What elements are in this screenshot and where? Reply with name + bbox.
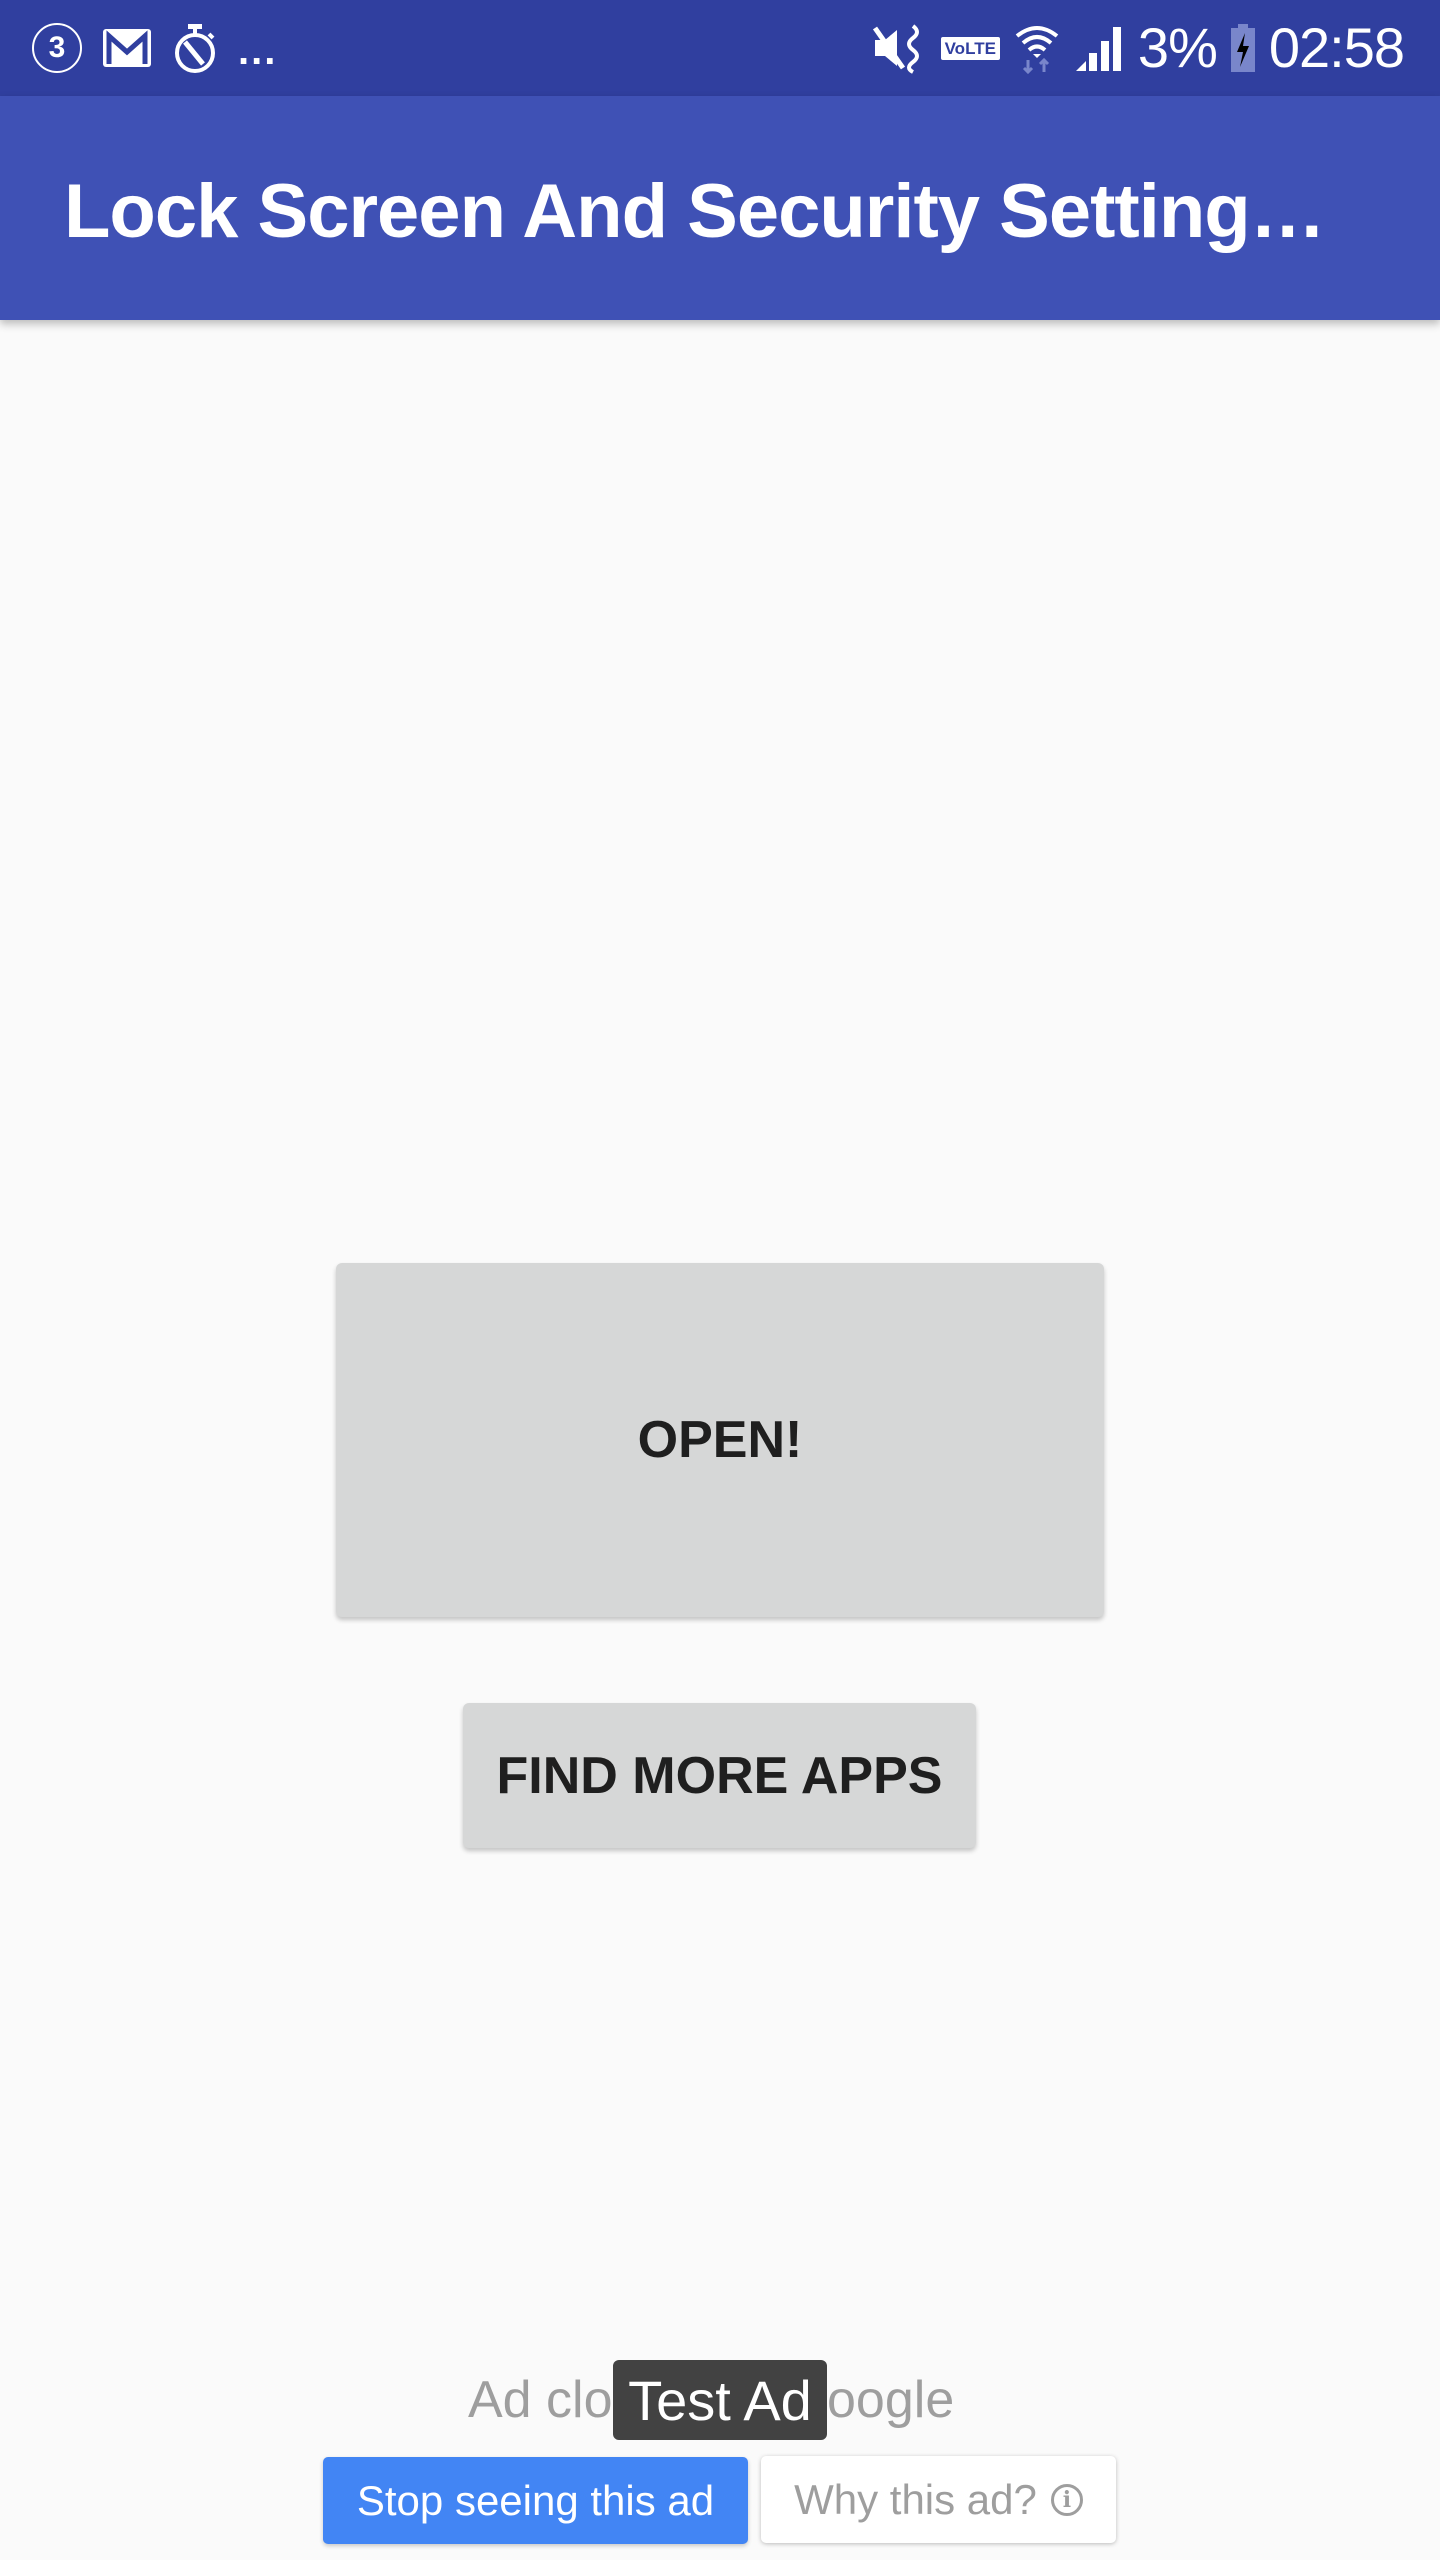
test-ad-badge: Test Ad	[613, 2360, 827, 2440]
battery-charging-icon	[1230, 24, 1255, 72]
stop-seeing-ad-button[interactable]: Stop seeing this ad	[323, 2457, 748, 2544]
find-more-apps-button[interactable]: FIND MORE APPS	[463, 1703, 976, 1848]
notification-count-icon: 3	[32, 23, 82, 73]
battery-percent: 3%	[1137, 16, 1218, 79]
more-notifications-icon: ...	[238, 28, 278, 73]
open-button[interactable]: OPEN!	[336, 1263, 1104, 1617]
clock: 02:58	[1268, 16, 1405, 79]
why-this-ad-button[interactable]: Why this ad? i	[761, 2456, 1116, 2543]
wifi-icon	[1015, 26, 1059, 74]
ad-closed-text-right: oogle	[827, 2371, 955, 2429]
info-icon: i	[1050, 2483, 1083, 2516]
ad-closed-message: Ad clo Test Ad oogle	[0, 2360, 1440, 2440]
status-bar: 3 ... VoLTE 3% 02:58	[0, 0, 1440, 96]
ad-closed-text-left: Ad clo	[468, 2371, 613, 2429]
mute-vibrate-icon	[872, 24, 919, 74]
page-title: Lock Screen And Security Setting…	[64, 169, 1326, 254]
signal-icon	[1075, 27, 1121, 71]
volte-icon: VoLTE	[940, 36, 1000, 60]
timer-icon	[175, 24, 215, 73]
app-bar: Lock Screen And Security Setting…	[0, 96, 1440, 320]
why-this-ad-label: Why this ad?	[794, 2475, 1037, 2523]
gmail-icon	[103, 29, 151, 67]
